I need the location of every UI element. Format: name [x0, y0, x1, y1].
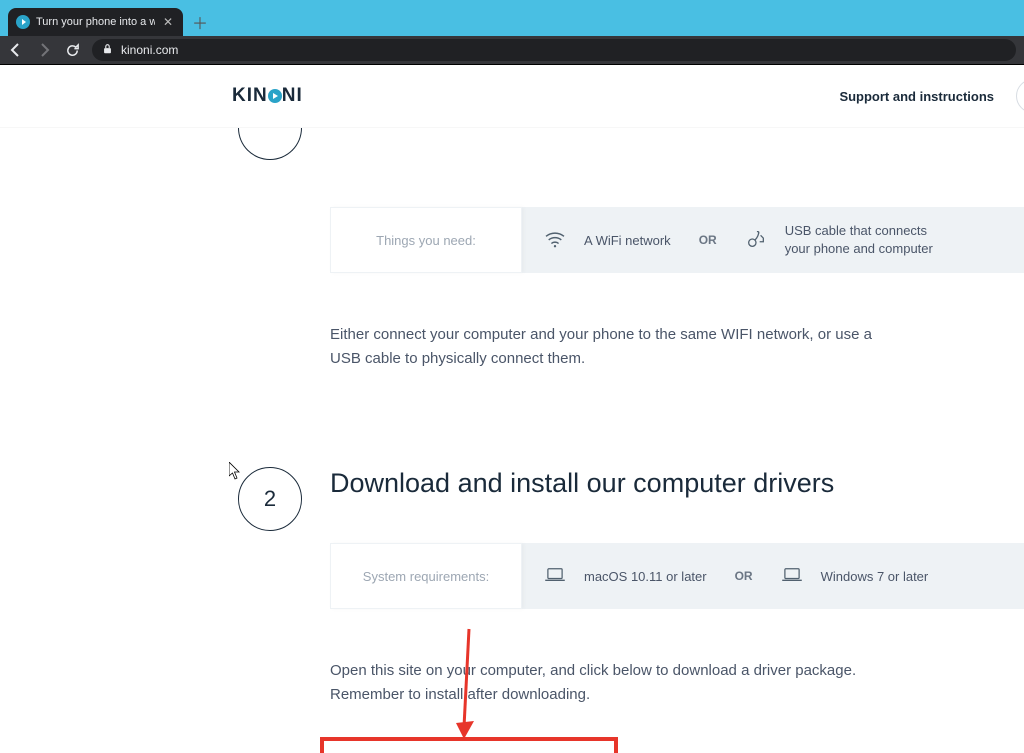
step-1-circle [238, 128, 302, 160]
req-mac-text: macOS 10.11 or later [584, 569, 707, 584]
req-mac: macOS 10.11 or later [522, 543, 729, 609]
address-bar[interactable]: kinoni.com [92, 39, 1016, 61]
url-text: kinoni.com [121, 43, 178, 57]
lock-icon [102, 43, 113, 58]
req-or-2: OR [729, 543, 759, 609]
back-icon[interactable] [8, 42, 24, 58]
close-tab-icon[interactable]: ✕ [161, 15, 175, 29]
page: KINNI Support and instructions Things yo… [0, 65, 1024, 753]
step-2-number: 2 [264, 486, 276, 512]
tab-strip: Turn your phone into a wireless w ✕ ＋ [0, 8, 1024, 36]
step-2-circle: 2 [238, 467, 302, 531]
req-or: OR [693, 207, 723, 273]
window-titlebar [0, 0, 1024, 8]
new-tab-button[interactable]: ＋ [189, 11, 211, 33]
wifi-icon [544, 230, 566, 251]
nav-support-link[interactable]: Support and instructions [839, 89, 994, 104]
req-usb-text: USB cable that connects your phone and c… [785, 222, 945, 258]
step-1-block: Things you need: A WiFi network OR USB c… [0, 163, 1024, 371]
req-win-text: Windows 7 or later [821, 569, 929, 584]
tab-title: Turn your phone into a wireless w [36, 16, 155, 28]
site-header: KINNI Support and instructions [0, 65, 1024, 128]
req-win: Windows 7 or later [759, 543, 951, 609]
logo[interactable]: KINNI [232, 85, 303, 107]
browser-toolbar: kinoni.com [0, 36, 1024, 65]
step-2-body: Open this site on your computer, and cli… [330, 659, 890, 707]
req-usb: USB cable that connects your phone and c… [723, 207, 967, 273]
forward-icon[interactable] [36, 42, 52, 58]
favicon-icon [16, 15, 30, 29]
step-2-title: Download and install our computer driver… [330, 467, 1024, 499]
logo-play-icon [268, 89, 282, 103]
usb-cable-icon [745, 228, 767, 253]
laptop-icon [781, 567, 803, 586]
things-you-need-label: Things you need: [330, 207, 522, 273]
laptop-icon [544, 567, 566, 586]
step-2-block: 2 Download and install our computer driv… [0, 467, 1024, 753]
step-1-body: Either connect your computer and your ph… [330, 323, 890, 371]
step-2-requirements: System requirements: macOS 10.11 or late… [330, 543, 1024, 609]
req-wifi-text: A WiFi network [584, 233, 671, 248]
browser-tab[interactable]: Turn your phone into a wireless w ✕ [8, 8, 183, 36]
reload-icon[interactable] [64, 42, 80, 58]
req-wifi: A WiFi network [522, 207, 693, 273]
step-1-requirements: Things you need: A WiFi network OR USB c… [330, 207, 1024, 273]
system-requirements-label: System requirements: [330, 543, 522, 609]
cart-button[interactable] [1016, 79, 1024, 113]
